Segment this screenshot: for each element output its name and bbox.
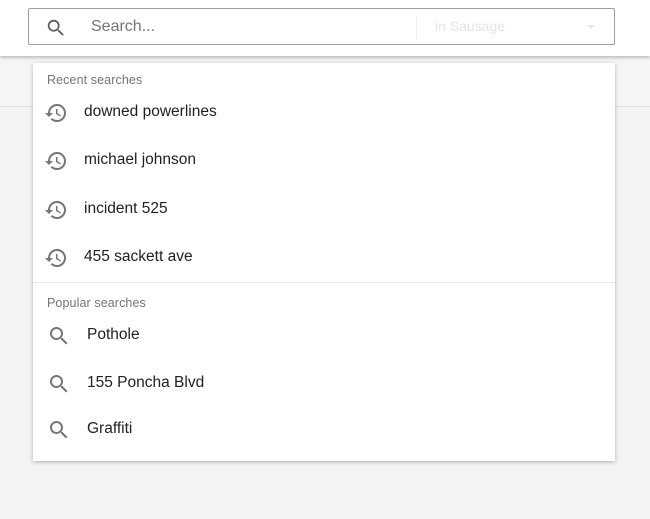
recent-search-item[interactable]: michael johnson [33, 137, 615, 183]
popular-search-label: 155 Poncha Blvd [87, 374, 205, 391]
popular-search-label: Graffiti [87, 420, 133, 437]
recent-search-label: incident 525 [84, 200, 168, 217]
search-suggestions-dropdown: Recent searches downed powerlines michae… [33, 63, 615, 461]
section-divider [33, 282, 615, 283]
popular-search-item[interactable]: 155 Poncha Blvd [33, 360, 615, 406]
history-icon [45, 201, 66, 219]
top-bar: in Sausage [0, 0, 650, 56]
search-scope-select[interactable]: in Sausage [416, 15, 607, 39]
recent-search-label: michael johnson [84, 151, 197, 168]
popular-searches-heading: Popular searches [47, 296, 146, 310]
history-icon [45, 152, 66, 170]
search-icon [50, 327, 68, 345]
recent-search-label: 455 sackett ave [84, 248, 193, 265]
search-box[interactable]: in Sausage [28, 8, 615, 45]
recent-search-item[interactable]: incident 525 [33, 186, 615, 232]
chevron-down-icon [587, 25, 595, 29]
popular-search-item[interactable]: Graffiti [33, 406, 615, 452]
popular-search-label: Pothole [87, 326, 140, 343]
popular-search-item[interactable]: Pothole [33, 312, 615, 358]
recent-searches-heading: Recent searches [47, 73, 143, 87]
search-scope-label: in Sausage [435, 18, 506, 34]
recent-search-item[interactable]: 455 sackett ave [33, 234, 615, 280]
search-icon [47, 19, 64, 36]
search-icon [50, 421, 68, 439]
search-icon [50, 375, 68, 393]
search-input[interactable] [91, 15, 411, 39]
history-icon [45, 104, 66, 123]
recent-search-label: downed powerlines [84, 103, 217, 120]
recent-search-item[interactable]: downed powerlines [33, 89, 615, 135]
history-icon [45, 249, 66, 267]
